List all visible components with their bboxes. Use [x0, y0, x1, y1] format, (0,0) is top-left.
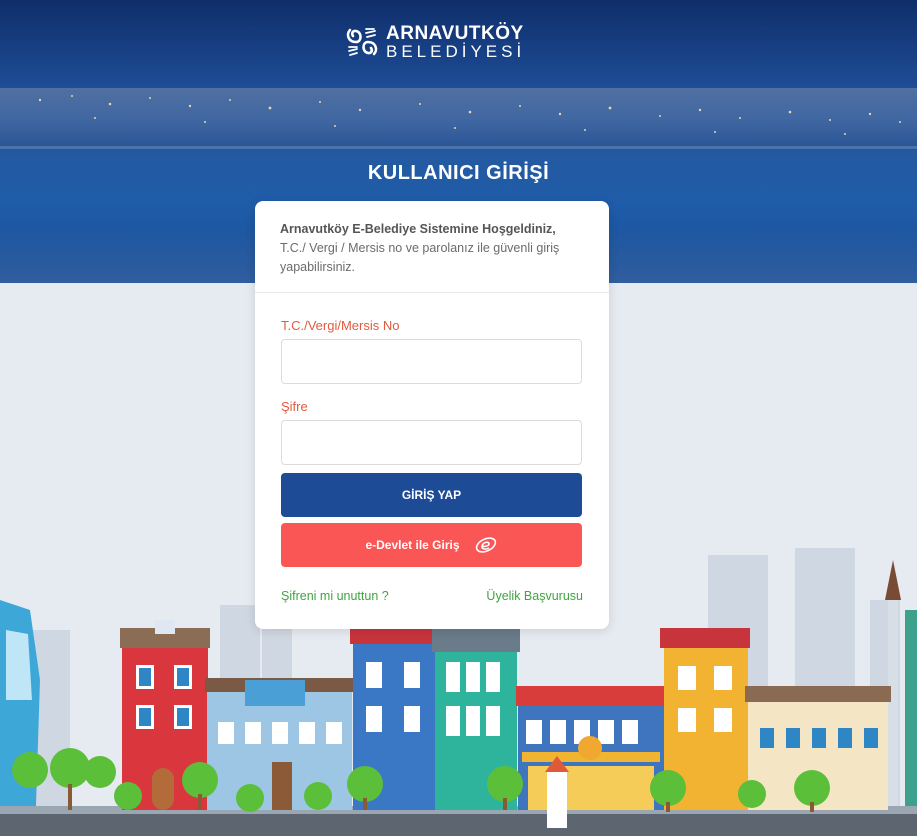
municipality-logo[interactable]: ARNAVUTKÖY BELEDİYESİ [344, 24, 525, 60]
forgot-password-link[interactable]: Şifreni mi unuttun ? [281, 589, 389, 603]
login-button[interactable]: GİRİŞ YAP [281, 473, 582, 517]
brand-subtitle: BELEDİYESİ [386, 42, 526, 61]
id-number-label: T.C./Vergi/Mersis No [281, 318, 400, 333]
welcome-title: Arnavutköy E-Belediye Sistemine Hoşgeldi… [280, 222, 556, 236]
edevlet-login-button[interactable]: e-Devlet ile Giriş [281, 523, 582, 567]
login-card: Arnavutköy E-Belediye Sistemine Hoşgeldi… [255, 201, 609, 629]
registration-link[interactable]: Üyelik Başvurusu [486, 589, 583, 603]
login-button-label: GİRİŞ YAP [401, 488, 462, 502]
password-label: Şifre [281, 399, 308, 414]
edevlet-button-label: e-Devlet ile Giriş [365, 538, 460, 552]
welcome-message: Arnavutköy E-Belediye Sistemine Hoşgeldi… [255, 201, 609, 277]
page-title: KULLANICI GİRİŞİ [367, 162, 550, 184]
password-input[interactable] [281, 420, 582, 465]
id-number-input[interactable] [281, 339, 582, 384]
edevlet-logo-icon [475, 537, 496, 553]
arnavutkoy-logo-icon [346, 28, 378, 56]
brand-name: ARNAVUTKÖY [386, 23, 524, 44]
welcome-description: T.C./ Vergi / Mersis no ve parolanız ile… [280, 241, 560, 274]
card-divider [255, 292, 609, 293]
